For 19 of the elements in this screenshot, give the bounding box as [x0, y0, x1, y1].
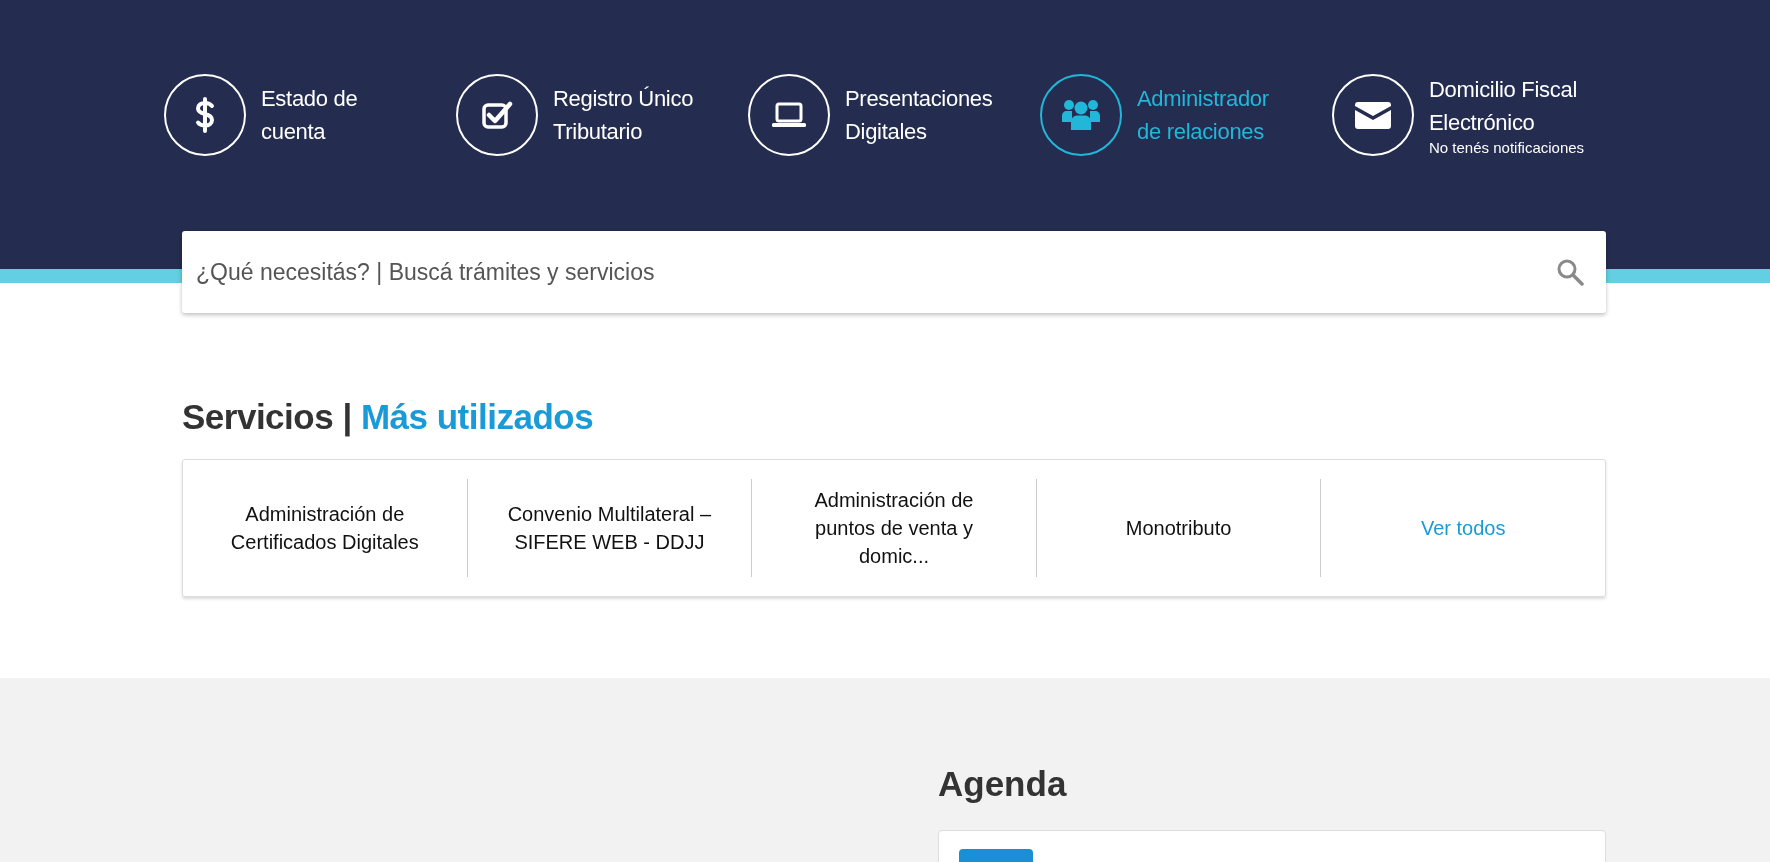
search-icon[interactable] — [1556, 258, 1584, 286]
service-link[interactable]: Administración de puntos de venta y domic... — [792, 486, 996, 570]
nav-link[interactable]: Registro Único Tributario — [456, 74, 748, 156]
nav-link[interactable]: Estado de cuenta — [164, 74, 456, 156]
checkbox-icon — [481, 100, 513, 130]
nav-link[interactable]: Presentaciones Digitales — [748, 74, 1040, 156]
section-title: Servicios | — [182, 397, 352, 436]
mail-icon — [1355, 101, 1391, 129]
section-subtitle: Más utilizados — [360, 397, 594, 436]
laptop-icon — [771, 102, 807, 128]
service-link[interactable]: Convenio Multilateral – SIFERE WEB - DDJJ — [507, 500, 712, 556]
service-link[interactable]: Administración de Certificados Digitales — [223, 500, 427, 556]
agenda-title: Agenda — [938, 763, 1068, 804]
service-link[interactable]: Monotributo — [1125, 514, 1232, 542]
search-field[interactable]: ¿Qué necesitás? | Buscá trámites y servicios — [182, 231, 1606, 313]
nav-link[interactable]: Domicilio Fiscal Electrónico No tenés notificaciones — [1332, 74, 1624, 156]
nav-link[interactable]: Administrador de relaciones — [1040, 74, 1332, 156]
people-icon — [1061, 98, 1101, 132]
dollar-icon — [194, 97, 216, 133]
